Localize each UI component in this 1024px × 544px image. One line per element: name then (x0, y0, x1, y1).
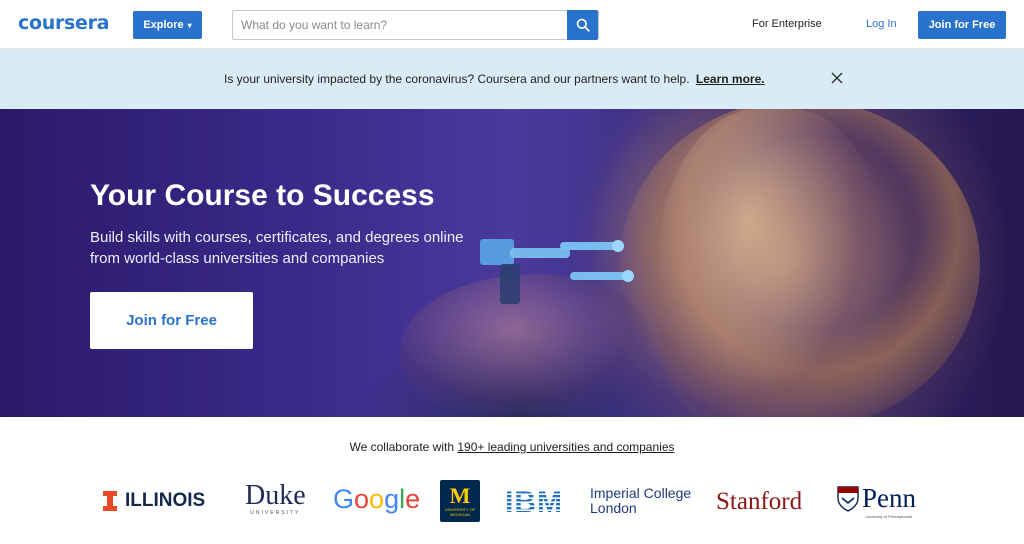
coursera-logo[interactable]: coursera (18, 12, 110, 34)
imperial-line1: Imperial College (590, 485, 692, 501)
hero-section: Your Course to Success Build skills with… (0, 109, 1024, 417)
imperial-college-logo[interactable]: Imperial College London (590, 486, 691, 516)
learn-more-link[interactable]: Learn more. (696, 72, 765, 86)
partners-link[interactable]: 190+ leading universities and companies (457, 440, 674, 454)
login-link[interactable]: Log In (866, 18, 897, 30)
google-logo[interactable]: Google (333, 484, 420, 515)
michigan-m: M (449, 483, 471, 508)
banner-message: Is your university impacted by the coron… (224, 72, 765, 86)
close-icon[interactable] (830, 71, 844, 85)
banner-text: Is your university impacted by the coron… (224, 72, 690, 86)
hero-image-face (660, 109, 880, 417)
join-for-free-button[interactable]: Join for Free (918, 11, 1006, 39)
google-wordmark: Google (333, 484, 421, 514)
duke-wordmark: Duke (245, 480, 306, 511)
robot-arm-image (480, 239, 634, 304)
illinois-logo[interactable]: ILLINOIS (103, 490, 205, 512)
collaborate-intro: We collaborate with (349, 440, 455, 454)
ibm-logo[interactable]: IBM (505, 487, 567, 515)
illinois-wordmark: ILLINOIS (125, 490, 206, 511)
search-icon (576, 18, 590, 32)
search-button[interactable] (567, 10, 598, 40)
for-enterprise-link[interactable]: For Enterprise (752, 18, 822, 30)
michigan-logo[interactable]: M UNIVERSITY OF MICHIGAN (440, 480, 480, 522)
top-nav: coursera Explore ▾ For Enterprise Log In… (0, 0, 1024, 49)
coronavirus-banner: Is your university impacted by the coron… (0, 49, 1024, 109)
penn-logo[interactable]: Penn University of Pennsylvania (837, 483, 916, 519)
explore-button[interactable]: Explore ▾ (133, 11, 202, 39)
duke-subtext: UNIVERSITY (250, 510, 301, 516)
chevron-down-icon: ▾ (187, 20, 192, 30)
search-bar (232, 10, 599, 40)
ibm-wordmark: IBM (505, 487, 567, 515)
hero-title: Your Course to Success (90, 179, 435, 212)
partner-logos: ILLINOIS Duke UNIVERSITY Google M UNIVER… (0, 478, 1024, 524)
penn-subtext: University of Pennsylvania (865, 514, 912, 519)
stanford-wordmark: Stanford (716, 488, 803, 515)
penn-wordmark: Penn (862, 483, 916, 513)
collaborate-text: We collaborate with 190+ leading univers… (0, 440, 1024, 454)
stanford-logo[interactable]: Stanford (716, 488, 802, 516)
illinois-block-i-icon (103, 491, 117, 511)
michigan-subtext: UNIVERSITY OF MICHIGAN (444, 507, 476, 517)
hero-subtitle: Build skills with courses, certificates,… (90, 229, 464, 267)
search-input[interactable] (233, 11, 569, 39)
hero-join-button[interactable]: Join for Free (90, 292, 253, 349)
duke-logo[interactable]: Duke UNIVERSITY (245, 480, 306, 517)
imperial-line2: London (590, 500, 637, 516)
explore-label: Explore (143, 19, 184, 31)
penn-shield-icon (837, 485, 859, 512)
